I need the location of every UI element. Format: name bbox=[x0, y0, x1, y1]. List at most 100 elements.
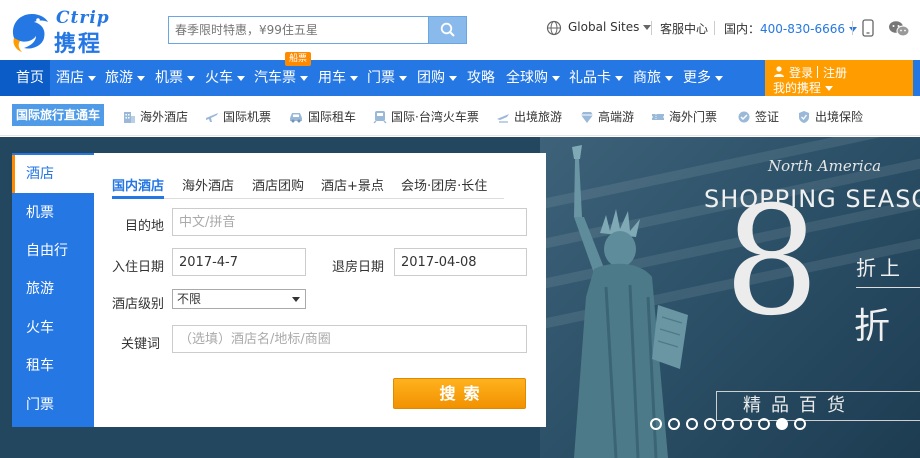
subnav-intl-car[interactable]: 国际租车 bbox=[288, 108, 356, 126]
nav-item-hotel[interactable]: 酒店 bbox=[56, 60, 96, 96]
hotel-level-label: 酒店级别 bbox=[112, 297, 165, 312]
chevron-down-icon bbox=[615, 75, 623, 81]
nav-item-more[interactable]: 更多 bbox=[683, 60, 723, 96]
carousel-dot[interactable] bbox=[668, 418, 680, 430]
divider bbox=[651, 21, 652, 35]
global-sites-link[interactable]: Global Sites bbox=[568, 20, 652, 38]
nav-label: 全球购 bbox=[506, 70, 548, 86]
subnav-overseas-tickets[interactable]: 海外门票 bbox=[651, 108, 717, 126]
subnav-overseas-hotel[interactable]: 海外酒店 bbox=[122, 108, 188, 126]
nav-item-train[interactable]: 火车 bbox=[205, 60, 245, 96]
chevron-down-icon bbox=[292, 297, 300, 302]
global-sites-label: Global Sites bbox=[568, 20, 640, 34]
subnav-outbound-travel[interactable]: 出境旅游 bbox=[496, 108, 562, 126]
nav-label: 汽车票 bbox=[254, 70, 296, 86]
subnav-label: 国际机票 bbox=[223, 110, 272, 124]
chevron-down-icon bbox=[552, 75, 560, 81]
hotel-level-select[interactable]: 不限 bbox=[172, 289, 306, 309]
hotel-tab-hotel-attraction[interactable]: 酒店+景点 bbox=[321, 175, 384, 197]
nav-item-group-buy[interactable]: 团购 bbox=[417, 60, 457, 96]
member-box: 登录 注册 我的携程 bbox=[765, 60, 913, 96]
hotel-level-value: 不限 bbox=[177, 292, 202, 306]
checkin-date-input[interactable] bbox=[172, 248, 306, 276]
destination-input[interactable] bbox=[172, 208, 527, 236]
nav-item-car[interactable]: 用车 bbox=[318, 60, 358, 96]
logo-cn-text: 携程 bbox=[54, 32, 103, 57]
nav-item-gift-card[interactable]: 礼品卡 bbox=[569, 60, 623, 96]
train-icon bbox=[373, 111, 387, 124]
subnav-label: 海外酒店 bbox=[140, 110, 189, 124]
banner-zhe-text: 折 bbox=[854, 306, 891, 347]
customer-service-link[interactable]: 客服中心 bbox=[660, 20, 708, 38]
hotel-tab-conference[interactable]: 会场·团房·长住 bbox=[401, 175, 487, 197]
dolphin-logo-icon bbox=[12, 14, 48, 52]
carousel-dot[interactable] bbox=[758, 418, 770, 430]
carousel-dot-active[interactable] bbox=[776, 418, 788, 430]
search-button[interactable] bbox=[428, 16, 467, 44]
chevron-down-icon bbox=[849, 27, 858, 32]
subnav-label: 出境旅游 bbox=[514, 110, 563, 124]
shield-icon bbox=[799, 111, 809, 123]
ctrip-logo[interactable]: Ctrip 携程 bbox=[8, 6, 128, 57]
side-tab-free-travel[interactable]: 自由行 bbox=[12, 232, 94, 270]
chevron-down-icon bbox=[449, 75, 457, 81]
side-tab-car-rental[interactable]: 租车 bbox=[12, 347, 94, 385]
banner-discount-digit: 8 bbox=[724, 175, 820, 349]
hotel-tab-group-buy[interactable]: 酒店团购 bbox=[252, 175, 304, 197]
nav-item-tickets[interactable]: 门票 bbox=[367, 60, 407, 96]
nav-item-home[interactable]: 首页 bbox=[0, 60, 50, 96]
nav-label: 机票 bbox=[155, 70, 183, 86]
subnav-intl-train[interactable]: 国际·台湾火车票 bbox=[373, 108, 479, 126]
chevron-down-icon bbox=[715, 75, 723, 81]
nav-label: 酒店 bbox=[56, 70, 84, 86]
checkout-label: 退房日期 bbox=[332, 260, 385, 275]
nav-label: 门票 bbox=[367, 70, 395, 86]
mobile-icon[interactable] bbox=[862, 19, 874, 37]
hotel-search-button[interactable]: 搜索 bbox=[393, 378, 526, 409]
my-ctrip-link[interactable]: 我的携程 bbox=[773, 79, 834, 96]
hotline[interactable]: 国内：400-830-6666 bbox=[724, 20, 858, 38]
chevron-down-icon bbox=[187, 75, 195, 81]
hotel-tab-overseas[interactable]: 海外酒店 bbox=[182, 175, 234, 197]
nav-item-global-shop[interactable]: 全球购 bbox=[506, 60, 560, 96]
side-tab-train[interactable]: 火车 bbox=[12, 309, 94, 347]
hotline-label: 国内： bbox=[724, 22, 761, 36]
visa-icon bbox=[738, 111, 750, 123]
subnav-intl-flight[interactable]: 国际机票 bbox=[205, 108, 271, 126]
plane-icon bbox=[206, 113, 218, 122]
side-tab-travel[interactable]: 旅游 bbox=[12, 270, 94, 308]
carousel-dot[interactable] bbox=[794, 418, 806, 430]
banner-divider bbox=[856, 287, 920, 288]
nav-item-flight[interactable]: 机票 bbox=[155, 60, 195, 96]
keyword-input[interactable] bbox=[172, 325, 527, 353]
subnav-visa[interactable]: 签证 bbox=[737, 108, 779, 126]
subnav-label: 出境保险 bbox=[815, 110, 864, 124]
banner-category-tag: 精品百货 bbox=[716, 391, 920, 421]
diamond-icon bbox=[581, 112, 593, 123]
carousel-dot[interactable] bbox=[686, 418, 698, 430]
my-ctrip-label: 我的携程 bbox=[773, 81, 822, 95]
side-tab-tickets[interactable]: 门票 bbox=[12, 386, 94, 424]
side-tab-hotel[interactable]: 酒店 bbox=[12, 155, 94, 193]
side-tab-flight[interactable]: 机票 bbox=[12, 194, 94, 232]
banner-zheshang-text: 折上 bbox=[856, 256, 904, 280]
carousel-dot[interactable] bbox=[704, 418, 716, 430]
globe-icon bbox=[546, 20, 562, 36]
carousel-dot[interactable] bbox=[650, 418, 662, 430]
hotel-tab-domestic[interactable]: 国内酒店 bbox=[112, 175, 164, 197]
divider bbox=[852, 21, 853, 35]
nav-item-business[interactable]: 商旅 bbox=[633, 60, 673, 96]
active-tab-indicator bbox=[112, 196, 164, 199]
wechat-icon[interactable] bbox=[888, 20, 910, 38]
checkout-date-input[interactable] bbox=[394, 248, 527, 276]
nav-item-travel[interactable]: 旅游 bbox=[105, 60, 145, 96]
carousel-dot[interactable] bbox=[722, 418, 734, 430]
nav-item-guides[interactable]: 攻略 bbox=[467, 60, 495, 96]
international-subnav: 国际旅行直通车 海外酒店 国际机票 国际租车 国际·台湾火车票 出境旅游 高端游… bbox=[0, 96, 920, 136]
carousel-dot[interactable] bbox=[740, 418, 752, 430]
subnav-luxury-travel[interactable]: 高端游 bbox=[580, 108, 634, 126]
subnav-label: 国际租车 bbox=[308, 110, 357, 124]
search-input[interactable] bbox=[168, 16, 428, 44]
ticket-icon bbox=[652, 114, 664, 120]
subnav-outbound-insurance[interactable]: 出境保险 bbox=[797, 108, 863, 126]
